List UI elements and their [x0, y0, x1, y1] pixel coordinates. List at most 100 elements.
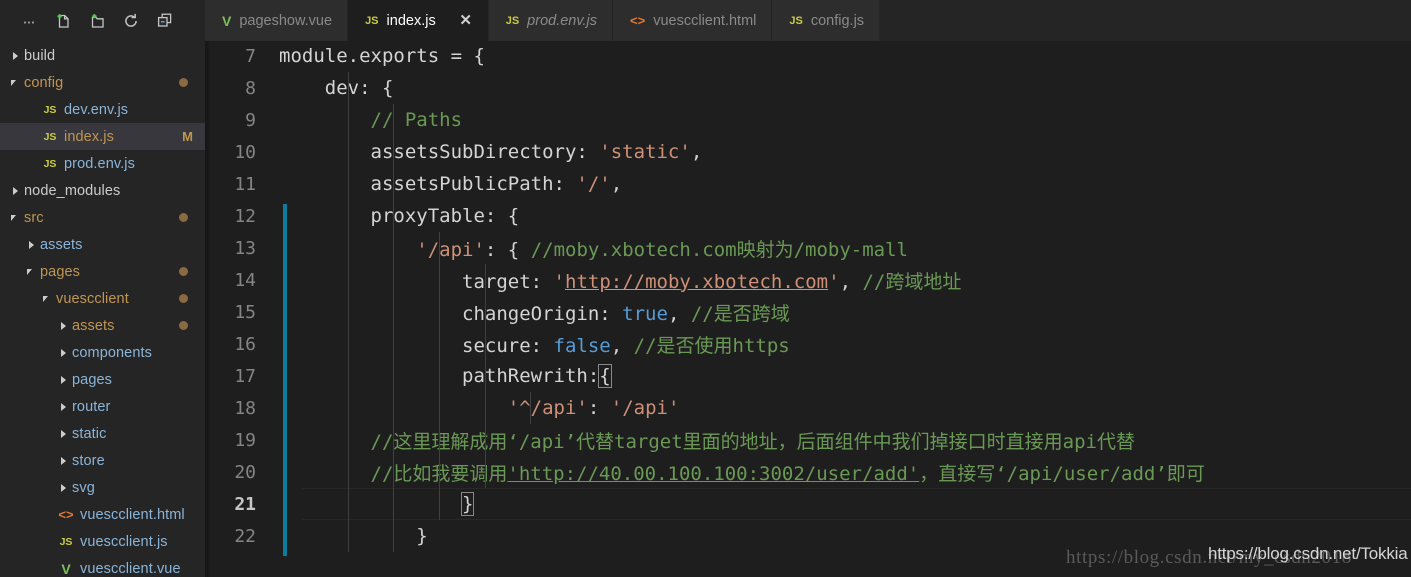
- chevron-right-icon[interactable]: [58, 374, 70, 386]
- tab-label: pageshow.vue: [239, 12, 333, 29]
- chevron-down-icon[interactable]: [10, 77, 22, 89]
- chevron-down-icon[interactable]: [10, 212, 22, 224]
- editor-area: Vpageshow.vue JS index.js ✕ JS prod.env.js <> v…: [205, 0, 1411, 577]
- tab-config-js[interactable]: JS config.js: [772, 0, 881, 41]
- tree-item-pages[interactable]: pages: [0, 366, 205, 393]
- tree-item-assets[interactable]: assets: [0, 231, 205, 258]
- tree-item-store[interactable]: store: [0, 447, 205, 474]
- tree-item-vuescclient-html[interactable]: <> vuescclient.html: [0, 501, 205, 528]
- refresh-icon[interactable]: [116, 7, 146, 35]
- code-line[interactable]: 17 pathRewrith:{: [205, 360, 1411, 392]
- tab-label: prod.env.js: [527, 12, 598, 29]
- code-line-text: changeOrigin: true, //是否跨域: [279, 299, 790, 326]
- line-number: 17: [234, 365, 256, 387]
- code-line[interactable]: 15 changeOrigin: true, //是否跨域: [205, 296, 1411, 328]
- js-file-icon: JS: [43, 130, 57, 143]
- tree-item-index-js[interactable]: JS index.js M: [0, 123, 205, 150]
- code-line[interactable]: 22 }: [205, 520, 1411, 552]
- code-line[interactable]: 21 }: [205, 488, 1411, 520]
- chevron-right-icon[interactable]: [58, 482, 70, 494]
- tree-item-dev-env-js[interactable]: JS dev.env.js: [0, 96, 205, 123]
- tree-item-components[interactable]: components: [0, 339, 205, 366]
- chevron-right-icon[interactable]: [10, 185, 22, 197]
- modified-dot-badge: [179, 267, 188, 276]
- more-actions-icon[interactable]: [14, 7, 44, 35]
- code-line[interactable]: 19 //这里理解成用‘/api’代替target里面的地址，后面组件中我们掉接…: [205, 424, 1411, 456]
- tree-item-config[interactable]: config: [0, 69, 205, 96]
- code-line-text: }: [279, 525, 427, 547]
- code-line[interactable]: 14 target: 'http://moby.xbotech.com', //…: [205, 264, 1411, 296]
- code-token: ': [553, 270, 565, 293]
- line-number: 7: [245, 45, 256, 67]
- tree-item-label: vuescclient: [56, 290, 129, 307]
- chevron-right-icon[interactable]: [26, 239, 38, 251]
- code-line-text: '^/api': '/api': [279, 397, 680, 419]
- tree-item-src[interactable]: src: [0, 204, 205, 231]
- line-number: 13: [234, 237, 256, 259]
- line-number: 9: [245, 109, 256, 131]
- collapse-all-icon[interactable]: [150, 7, 180, 35]
- code-line[interactable]: 13 '/api': { //moby.xbotech.com映射为/moby-…: [205, 232, 1411, 264]
- line-number: 16: [234, 333, 256, 355]
- code-line[interactable]: 18 '^/api': '/api': [205, 392, 1411, 424]
- tree-item-label: assets: [72, 317, 115, 334]
- tree-item-label: assets: [40, 236, 83, 253]
- chevron-right-icon[interactable]: [58, 428, 70, 440]
- vue-file-icon: V: [222, 12, 232, 29]
- tab-pageshow-vue[interactable]: Vpageshow.vue: [205, 0, 349, 41]
- chevron-down-icon[interactable]: [26, 266, 38, 278]
- html-file-icon: <>: [630, 13, 646, 28]
- code-line[interactable]: 7 module.exports = {: [205, 41, 1411, 72]
- line-number: 14: [234, 269, 256, 291]
- chevron-down-icon[interactable]: [42, 293, 54, 305]
- code-editor[interactable]: 7 module.exports = {8 dev: {9 // Paths 10 …: [205, 41, 1411, 577]
- code-line[interactable]: 20 //比如我要调用'http://40.00.100.100:3002/us…: [205, 456, 1411, 488]
- code-line-text: target: 'http://moby.xbotech.com', //跨域地…: [279, 267, 961, 294]
- code-line[interactable]: 9 // Paths: [205, 104, 1411, 136]
- tab-index-js[interactable]: JS index.js ✕: [348, 0, 489, 41]
- line-number: 10: [234, 141, 256, 163]
- tree-item-build[interactable]: build: [0, 42, 205, 69]
- chevron-right-icon[interactable]: [58, 401, 70, 413]
- chevron-right-icon[interactable]: [58, 455, 70, 467]
- tree-item-label: static: [72, 425, 107, 442]
- tree-item-label: vuescclient.vue: [80, 560, 181, 577]
- code-token: ,: [610, 334, 634, 357]
- tree-item-prod-env-js[interactable]: JS prod.env.js: [0, 150, 205, 177]
- chevron-right-icon[interactable]: [58, 347, 70, 359]
- code-token: ，直接写‘/api/user/add’即可: [919, 462, 1205, 485]
- vue-file-icon: V: [61, 560, 71, 577]
- tree-item-label: components: [72, 344, 152, 361]
- tree-item-label: svg: [72, 479, 95, 496]
- tree-item-vuescclient-js[interactable]: JS vuescclient.js: [0, 528, 205, 555]
- code-line[interactable]: 10 assetsSubDirectory: 'static',: [205, 136, 1411, 168]
- code-line-text: }: [279, 492, 475, 516]
- tree-item-router[interactable]: router: [0, 393, 205, 420]
- tab-label: vuescclient.html: [653, 12, 757, 29]
- indent-guide: [393, 104, 395, 552]
- tree-item-static[interactable]: static: [0, 420, 205, 447]
- tab-prod-env-js[interactable]: JS prod.env.js: [488, 0, 614, 41]
- tree-item-vuescclient-vue[interactable]: Vvuescclient.vue: [0, 555, 205, 577]
- indent-guide: [347, 72, 349, 552]
- code-token: '^/api': [507, 397, 588, 419]
- code-line[interactable]: 16 secure: false, //是否使用https: [205, 328, 1411, 360]
- modified-dot-badge: [179, 213, 188, 222]
- tree-item-assets[interactable]: assets: [0, 312, 205, 339]
- code-line[interactable]: 11 assetsPublicPath: '/',: [205, 168, 1411, 200]
- code-line[interactable]: 12 proxyTable: {: [205, 200, 1411, 232]
- chevron-right-icon[interactable]: [10, 50, 22, 62]
- tree-item-pages[interactable]: pages: [0, 258, 205, 285]
- chevron-right-icon[interactable]: [58, 320, 70, 332]
- tree-item-vuescclient[interactable]: vuescclient: [0, 285, 205, 312]
- code-line[interactable]: 8 dev: {: [205, 72, 1411, 104]
- new-folder-icon[interactable]: [82, 7, 112, 35]
- close-icon[interactable]: ✕: [459, 13, 473, 28]
- code-token: : {: [484, 238, 531, 261]
- new-file-icon[interactable]: [48, 7, 78, 35]
- tree-item-node_modules[interactable]: node_modules: [0, 177, 205, 204]
- tab-vuescclient-html[interactable]: <> vuescclient.html: [613, 0, 773, 41]
- tree-item-svg[interactable]: svg: [0, 474, 205, 501]
- indent-guide: [484, 264, 486, 488]
- code-token: //moby.xbotech.com映射为/moby-mall: [530, 238, 908, 261]
